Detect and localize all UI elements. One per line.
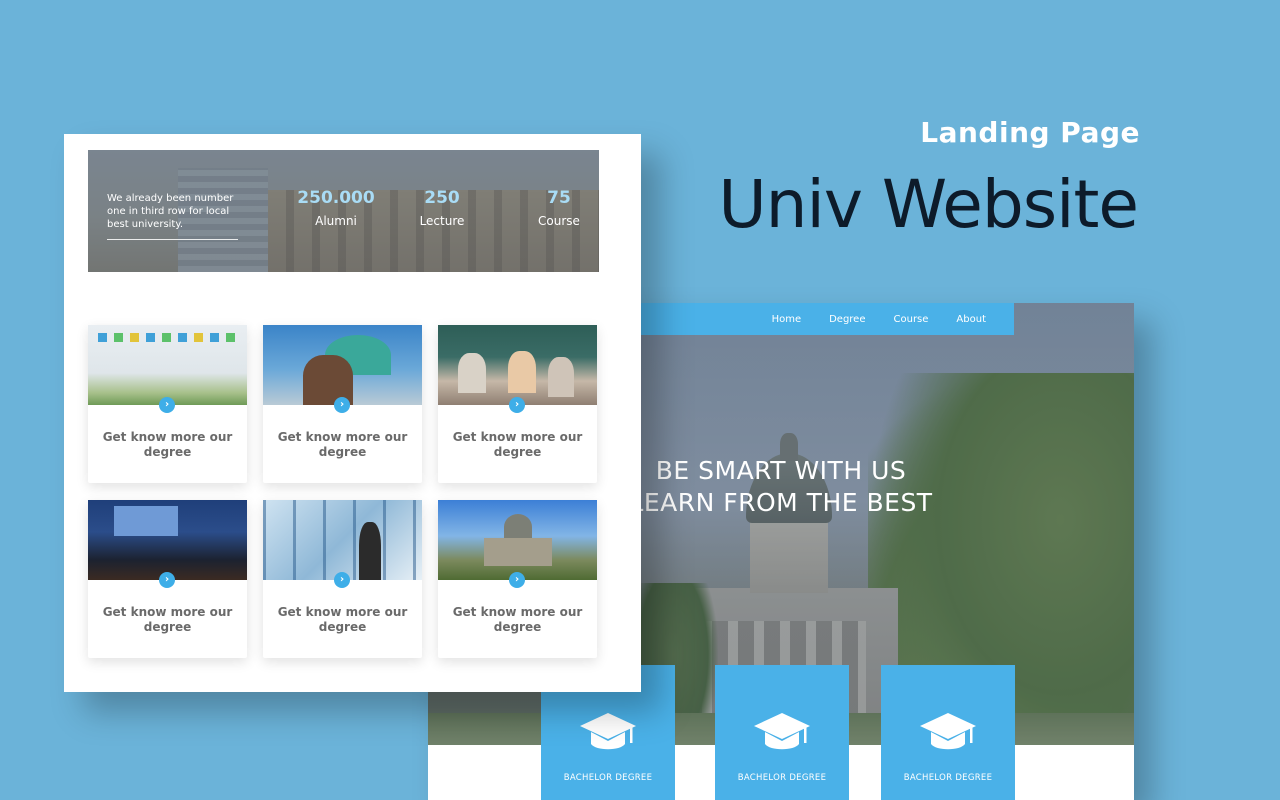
chevron-right-icon[interactable]: › bbox=[334, 572, 350, 588]
card-image-classroom bbox=[438, 325, 597, 405]
cards-page-mockup: We already been number one in third row … bbox=[64, 134, 641, 692]
stat-course: 75 Course bbox=[531, 188, 587, 228]
chevron-right-icon[interactable]: › bbox=[159, 572, 175, 588]
degree-card-label: BACHELOR DEGREE bbox=[903, 773, 993, 783]
stat-lecture: 250 Lecture bbox=[412, 188, 472, 228]
stat-value: 250 bbox=[424, 188, 460, 208]
degree-card-label: BACHELOR DEGREE bbox=[737, 773, 827, 783]
stat-label: Alumni bbox=[315, 214, 357, 228]
stat-alumni: 250.000 Alumni bbox=[296, 188, 376, 228]
degree-card-3[interactable]: BACHELOR DEGREE bbox=[881, 665, 1015, 800]
card-text: Get know more our degree bbox=[452, 605, 583, 634]
degree-card-2[interactable]: BACHELOR DEGREE bbox=[715, 665, 849, 800]
graduation-cap-icon bbox=[920, 713, 976, 750]
course-card-1[interactable]: › Get know more our degree bbox=[88, 325, 247, 483]
chevron-right-icon[interactable]: › bbox=[509, 397, 525, 413]
page-title: Univ Website bbox=[718, 166, 1139, 243]
card-text: Get know more our degree bbox=[277, 430, 408, 459]
stat-value: 250.000 bbox=[297, 188, 375, 208]
course-card-5[interactable]: › Get know more our degree bbox=[263, 500, 422, 658]
course-card-4[interactable]: › Get know more our degree bbox=[88, 500, 247, 658]
chevron-right-icon[interactable]: › bbox=[509, 572, 525, 588]
stat-value: 75 bbox=[547, 188, 571, 208]
card-text: Get know more our degree bbox=[102, 605, 233, 634]
card-text: Get know more our degree bbox=[277, 605, 408, 634]
graduation-cap-icon bbox=[754, 713, 810, 750]
course-card-2[interactable]: › Get know more our degree bbox=[263, 325, 422, 483]
nav-course[interactable]: Course bbox=[880, 314, 943, 325]
stats-intro-text: We already been number one in third row … bbox=[107, 193, 234, 230]
card-text: Get know more our degree bbox=[102, 430, 233, 459]
nav-degree[interactable]: Degree bbox=[815, 314, 879, 325]
card-text: Get know more our degree bbox=[452, 430, 583, 459]
chevron-right-icon[interactable]: › bbox=[334, 397, 350, 413]
nav-about[interactable]: About bbox=[942, 314, 1000, 325]
card-image-graduate bbox=[263, 325, 422, 405]
stat-label: Course bbox=[538, 214, 580, 228]
nav-home[interactable]: Home bbox=[758, 314, 816, 325]
card-image-campus bbox=[88, 325, 247, 405]
stat-label: Lecture bbox=[419, 214, 465, 228]
course-card-6[interactable]: › Get know more our degree bbox=[438, 500, 597, 658]
card-image-building bbox=[438, 500, 597, 580]
graduation-cap-icon bbox=[580, 713, 636, 750]
degree-card-label: BACHELOR DEGREE bbox=[563, 773, 653, 783]
course-card-3[interactable]: › Get know more our degree bbox=[438, 325, 597, 483]
stats-divider bbox=[107, 239, 238, 240]
stats-banner: We already been number one in third row … bbox=[88, 150, 599, 272]
landing-page-label: Landing Page bbox=[920, 116, 1140, 149]
card-image-student bbox=[263, 500, 422, 580]
chevron-right-icon[interactable]: › bbox=[159, 397, 175, 413]
card-image-lecture bbox=[88, 500, 247, 580]
